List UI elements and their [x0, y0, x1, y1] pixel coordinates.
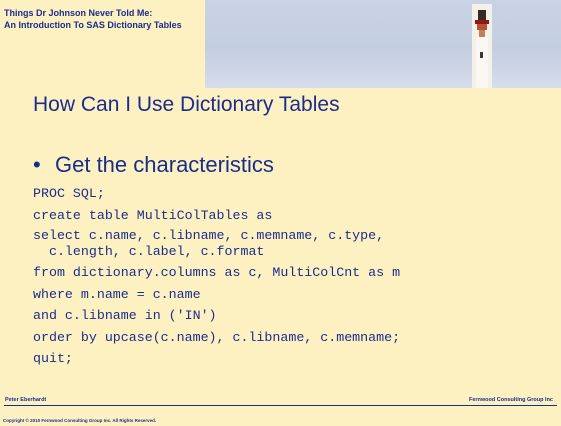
code-line: PROC SQL; — [33, 186, 105, 201]
presentation-title-line2: An Introduction To SAS Dictionary Tables — [4, 20, 182, 30]
code-line: quit; — [33, 351, 73, 366]
lighthouse-image — [472, 4, 492, 88]
footer-company: Fernwood Consulting Group Inc — [468, 397, 553, 403]
presentation-title: Things Dr Johnson Never Told Me: An Intr… — [4, 7, 264, 31]
slide: Things Dr Johnson Never Told Me: An Intr… — [0, 0, 561, 426]
footer-divider — [4, 405, 557, 406]
presentation-title-line1: Things Dr Johnson Never Told Me: — [4, 8, 153, 18]
code-block: PROC SQL; create table MultiColTables as… — [33, 183, 553, 370]
code-line: order by upcase(c.name), c.libname, c.me… — [33, 329, 401, 345]
slide-title: How Can I Use Dictionary Tables — [33, 93, 340, 116]
code-line: create table MultiColTables as — [33, 207, 273, 223]
footer-author: Peter Eberhardt — [5, 397, 47, 403]
code-line: from dictionary.columns as c, MultiColCn… — [33, 265, 401, 280]
bullet-icon: • — [33, 152, 41, 177]
bullet-point: • Get the characteristics — [33, 151, 274, 179]
code-line: select c.name, c.libname, c.memname, c.t… — [33, 228, 385, 259]
bullet-text: Get the characteristics — [55, 152, 274, 177]
copyright-notice: Copyright © 2010 Fernwood Consulting Gro… — [3, 418, 157, 423]
code-line: where m.name = c.name — [33, 286, 201, 302]
code-line: and c.libname in ('IN') — [33, 308, 217, 323]
